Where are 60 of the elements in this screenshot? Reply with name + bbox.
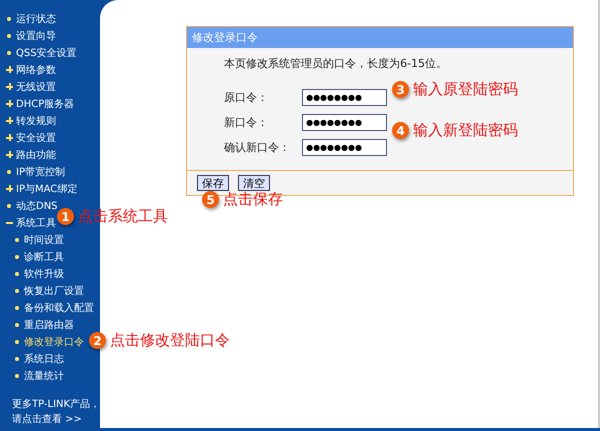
step-caption: 输入新登陆密码 <box>413 121 518 140</box>
bullet-icon <box>15 306 19 310</box>
menu-item[interactable]: 安全设置 <box>16 130 56 144</box>
menu-item[interactable]: 路由功能 <box>16 148 56 162</box>
submenu-item[interactable]: 诊断工具 <box>24 250 64 264</box>
field-label: 原口令： <box>224 90 270 105</box>
submenu-item[interactable]: 备份和载入配置 <box>24 300 94 314</box>
bullet-icon <box>15 254 19 258</box>
form-button[interactable]: 保存 <box>197 175 230 191</box>
menu-item[interactable]: QSS安全设置 <box>16 46 77 60</box>
menu-item[interactable]: 运行状态 <box>16 12 56 26</box>
submenu-item[interactable]: 重启路由器 <box>24 318 74 332</box>
menu-item[interactable]: IP与MAC绑定 <box>16 182 78 196</box>
menu-item[interactable]: 无线设置 <box>16 80 56 94</box>
bullet-icon <box>7 170 11 174</box>
bullet-icon <box>15 374 19 378</box>
promo-link[interactable]: 请点击查看 >> <box>12 412 100 427</box>
submenu-item[interactable]: 流量统计 <box>24 368 64 382</box>
bullet-icon <box>15 238 19 242</box>
field-label: 新口令： <box>224 115 270 130</box>
password-field[interactable]: ●●●●●●●● <box>302 114 388 131</box>
bullet-icon <box>7 34 11 38</box>
panel-title: 修改登录口令 <box>187 27 574 48</box>
bullet-icon <box>15 322 19 326</box>
bullet-icon <box>15 356 19 360</box>
menu-item[interactable]: 设置向导 <box>16 28 56 42</box>
expand-icon[interactable] <box>6 66 13 73</box>
submenu-item[interactable]: 软件升级 <box>24 266 64 280</box>
expand-icon[interactable] <box>6 134 13 141</box>
expand-icon[interactable] <box>6 185 13 192</box>
expand-icon[interactable] <box>6 117 13 124</box>
bullet-icon <box>15 340 19 344</box>
step-caption: 输入原登陆密码 <box>413 80 518 99</box>
menu-item[interactable]: 动态DNS <box>16 198 58 212</box>
bullet-icon <box>15 288 19 292</box>
submenu-item[interactable]: 系统日志 <box>24 352 64 366</box>
submenu-item[interactable]: 修改登录口令 <box>24 334 84 348</box>
submenu-item[interactable]: 时间设置 <box>24 232 64 246</box>
bullet-icon <box>7 16 11 20</box>
menu-item[interactable]: DHCP服务器 <box>16 96 74 110</box>
bullet-icon <box>15 272 19 276</box>
expand-icon[interactable] <box>6 151 13 158</box>
password-field[interactable]: ●●●●●●●● <box>302 89 388 106</box>
menu-item[interactable]: 转发规则 <box>16 114 56 128</box>
form-button[interactable]: 清空 <box>238 175 270 191</box>
promo-link[interactable]: 更多TP-LINK产品， <box>12 397 100 412</box>
menu-item[interactable]: 网络参数 <box>16 62 56 76</box>
expand-icon[interactable] <box>6 100 13 107</box>
bullet-icon <box>7 50 11 54</box>
password-field[interactable]: ●●●●●●●● <box>302 139 388 156</box>
submenu-item[interactable]: 恢复出厂设置 <box>24 284 84 298</box>
field-label: 确认新口令： <box>224 140 292 155</box>
bullet-icon <box>7 204 11 208</box>
menu-item[interactable]: 系统工具 <box>16 216 56 230</box>
step-caption: 点击修改登陆口令 <box>110 331 230 350</box>
step-caption: 点击保存 <box>223 190 283 209</box>
description-text: 本页修改系统管理员的口令，长度为6-15位。 <box>224 56 448 71</box>
expand-icon[interactable] <box>6 83 13 90</box>
menu-item[interactable]: IP带宽控制 <box>16 164 65 178</box>
collapse-icon[interactable] <box>6 219 13 226</box>
